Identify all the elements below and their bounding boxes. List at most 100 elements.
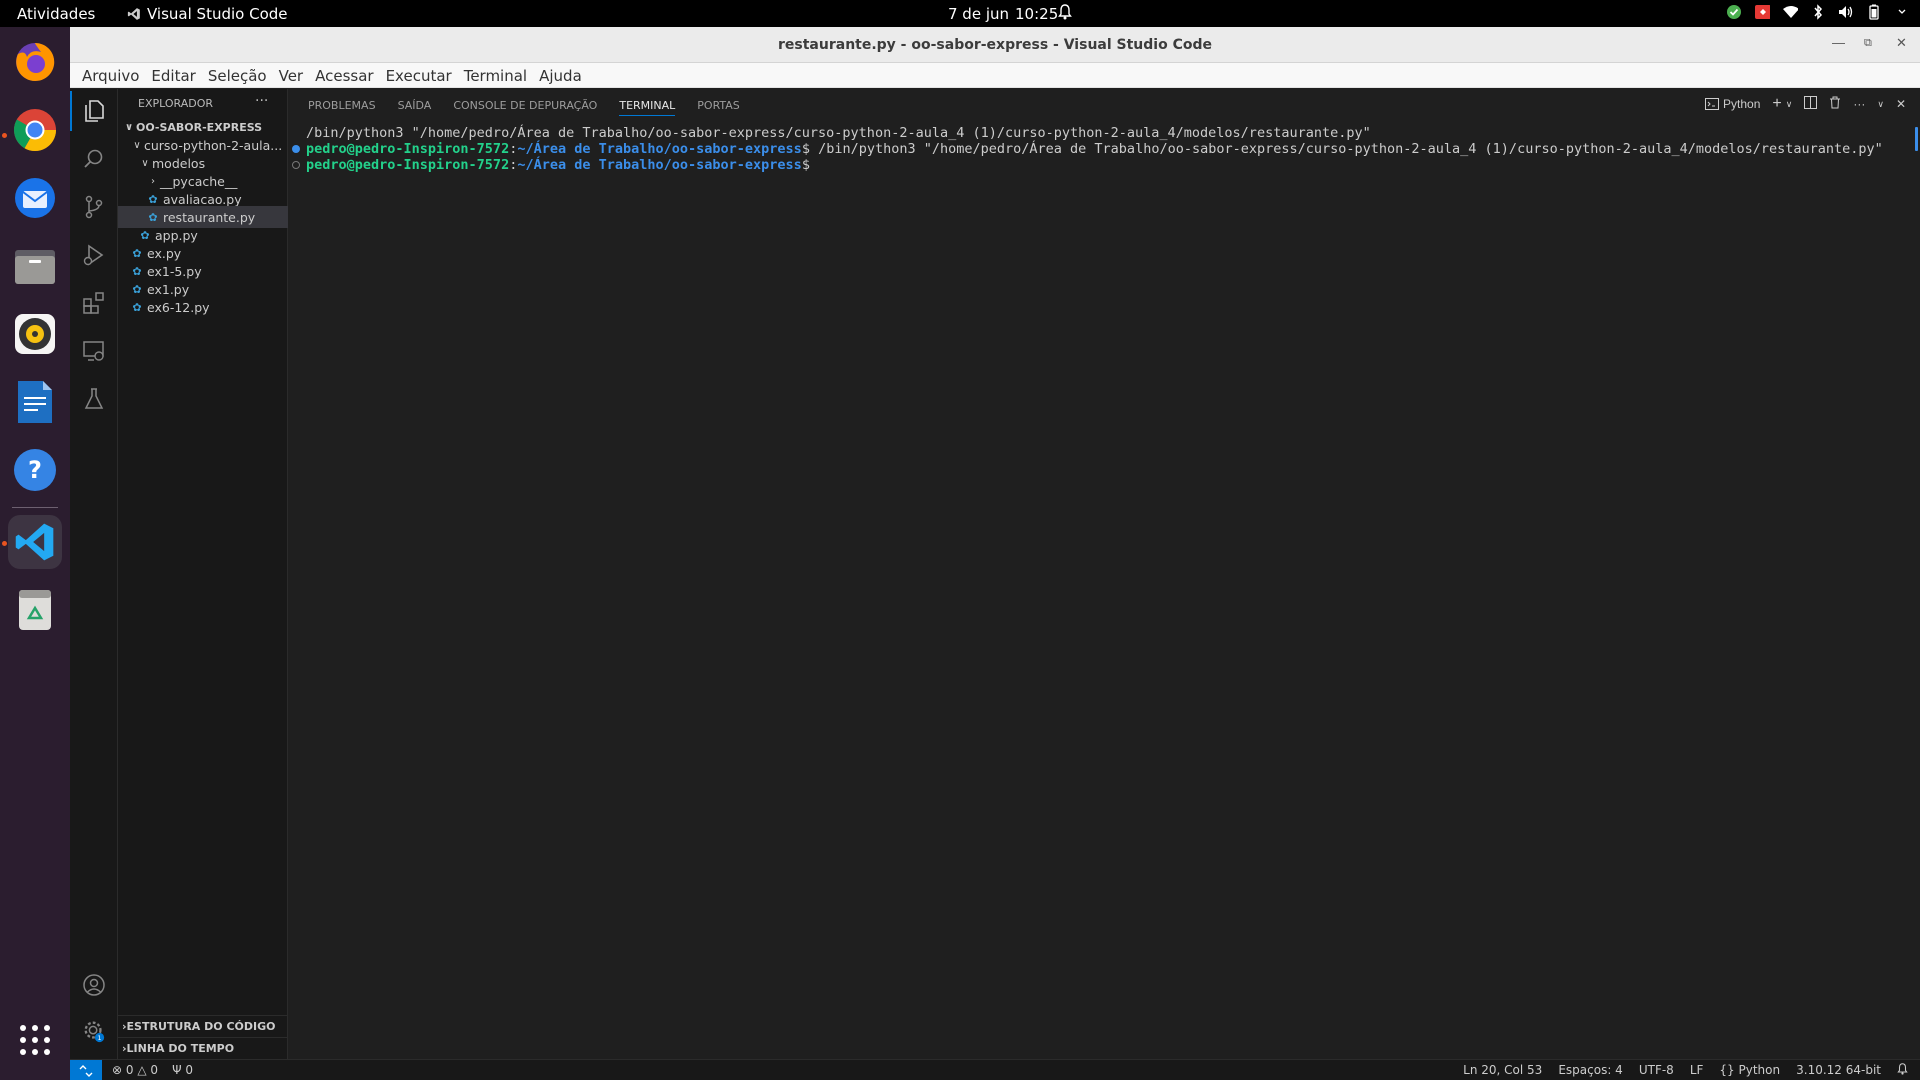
explorer-header: EXPLORADOR bbox=[138, 97, 214, 110]
app-menu[interactable]: Visual Studio Code bbox=[127, 5, 288, 23]
status-bar: ⊗ 0 △ 0 Ψ 0 Ln 20, Col 53 Espaços: 4 UTF… bbox=[70, 1059, 1920, 1080]
notification-bell-icon[interactable] bbox=[1058, 4, 1072, 24]
command-decoration-icon[interactable] bbox=[292, 161, 300, 169]
outline-label: ESTRUTURA DO CÓDIGO bbox=[126, 1020, 276, 1033]
maximize-panel-chevron-icon[interactable]: ∨ bbox=[1877, 99, 1884, 110]
command-decoration-icon[interactable] bbox=[292, 145, 300, 153]
rhythmbox-icon[interactable] bbox=[8, 307, 62, 361]
window-title: restaurante.py - oo-sabor-express - Visu… bbox=[778, 37, 1212, 53]
activities-button[interactable]: Atividades bbox=[17, 5, 95, 23]
split-terminal-icon[interactable] bbox=[1804, 96, 1818, 112]
ports-indicator[interactable]: Ψ 0 bbox=[172, 1063, 193, 1077]
menu-executar[interactable]: Executar bbox=[380, 63, 458, 87]
outline-section[interactable]: › ESTRUTURA DO CÓDIGO bbox=[118, 1015, 288, 1037]
clock[interactable]: 7 de jun 10:25 bbox=[948, 5, 1058, 23]
terminal-line: pedro@pedro-Inspiron-7572:~/Área de Trab… bbox=[306, 157, 810, 173]
menu-bar: Arquivo Editar Seleção Ver Acessar Execu… bbox=[70, 63, 1920, 88]
search-icon[interactable] bbox=[82, 147, 106, 171]
remote-explorer-icon[interactable] bbox=[82, 339, 106, 363]
python-file-icon: ✿ bbox=[140, 228, 150, 242]
minimize-icon[interactable]: — bbox=[1832, 35, 1845, 50]
extensions-icon[interactable] bbox=[82, 291, 106, 315]
new-terminal-plus-icon[interactable]: + bbox=[1772, 95, 1781, 113]
window-titlebar[interactable]: restaurante.py - oo-sabor-express - Visu… bbox=[70, 27, 1920, 63]
language-mode[interactable]: {} Python bbox=[1719, 1063, 1780, 1078]
terminal-output[interactable]: /bin/python3 "/home/pedro/Área de Trabal… bbox=[288, 125, 1908, 1045]
python-interpreter[interactable]: 3.10.12 64-bit bbox=[1796, 1063, 1881, 1078]
terminal-profile-button[interactable]: Python bbox=[1705, 97, 1760, 111]
tab-saida[interactable]: SAÍDA bbox=[398, 89, 432, 121]
tree-file-ex6-12[interactable]: ✿ ex6-12.py bbox=[118, 296, 288, 318]
restore-icon[interactable]: ⧉ bbox=[1864, 37, 1872, 50]
run-debug-icon[interactable] bbox=[82, 243, 106, 267]
timeline-section[interactable]: › LINHA DO TEMPO bbox=[118, 1037, 288, 1059]
python-file-icon: ✿ bbox=[132, 300, 142, 314]
panel-actions: Python + ∨ ··· ∨ ✕ bbox=[1705, 95, 1906, 113]
svg-text:1: 1 bbox=[97, 1034, 101, 1042]
timeline-label: LINHA DO TEMPO bbox=[126, 1042, 235, 1055]
close-panel-icon[interactable]: ✕ bbox=[1896, 97, 1906, 111]
notifications-bell-icon[interactable] bbox=[1897, 1063, 1908, 1078]
battery-icon[interactable] bbox=[1866, 3, 1882, 21]
prompt-user: pedro@pedro-Inspiron-7572 bbox=[306, 141, 510, 157]
wifi-icon[interactable] bbox=[1782, 3, 1798, 21]
chevron-down-icon: ∨ bbox=[124, 121, 134, 133]
app-name-label: Visual Studio Code bbox=[147, 5, 288, 23]
problems-indicator[interactable]: ⊗ 0 △ 0 bbox=[112, 1063, 158, 1077]
trash-icon[interactable] bbox=[8, 583, 62, 637]
tree-label: __pycache__ bbox=[160, 173, 238, 189]
show-applications-icon[interactable] bbox=[8, 1013, 62, 1067]
chevron-down-icon: ∨ bbox=[133, 139, 141, 151]
bluetooth-icon[interactable] bbox=[1810, 3, 1826, 21]
tab-problemas[interactable]: PROBLEMAS bbox=[308, 89, 376, 121]
explorer-more-icon[interactable]: ··· bbox=[255, 93, 268, 109]
menu-selecao[interactable]: Seleção bbox=[202, 63, 273, 87]
power-menu-chevron-icon[interactable] bbox=[1894, 3, 1910, 21]
end-of-line[interactable]: LF bbox=[1690, 1063, 1704, 1078]
system-tray[interactable] bbox=[1726, 3, 1910, 21]
vscode-small-icon bbox=[127, 8, 140, 20]
help-icon[interactable]: ? bbox=[8, 443, 62, 497]
tab-console-depuracao[interactable]: CONSOLE DE DEPURAÇÃO bbox=[453, 89, 597, 121]
language-label: Python bbox=[1738, 1063, 1781, 1077]
anydesk-tray-icon[interactable] bbox=[1754, 3, 1770, 21]
source-control-icon[interactable] bbox=[82, 195, 106, 219]
kill-terminal-trash-icon[interactable] bbox=[1829, 96, 1841, 112]
thunderbird-icon[interactable] bbox=[8, 171, 62, 225]
green-check-tray-icon[interactable] bbox=[1726, 3, 1742, 21]
menu-terminal[interactable]: Terminal bbox=[458, 63, 533, 87]
close-icon[interactable]: ✕ bbox=[1896, 35, 1907, 51]
explorer-icon[interactable] bbox=[70, 91, 106, 131]
indentation[interactable]: Espaços: 4 bbox=[1558, 1063, 1623, 1078]
menu-ajuda[interactable]: Ajuda bbox=[533, 63, 588, 87]
encoding[interactable]: UTF-8 bbox=[1639, 1063, 1674, 1078]
libreoffice-writer-icon[interactable] bbox=[8, 375, 62, 429]
chevron-down-icon[interactable]: ∨ bbox=[1786, 99, 1793, 110]
menu-acessar[interactable]: Acessar bbox=[309, 63, 379, 87]
vscode-icon[interactable] bbox=[8, 515, 62, 569]
clock-time: 10:25 bbox=[1015, 5, 1059, 23]
menu-editar[interactable]: Editar bbox=[145, 63, 201, 87]
manage-gear-icon[interactable]: 1 bbox=[82, 1019, 106, 1043]
account-icon[interactable] bbox=[82, 973, 106, 997]
tab-portas[interactable]: PORTAS bbox=[697, 89, 740, 121]
testing-icon[interactable] bbox=[82, 387, 106, 411]
chevron-right-icon: › bbox=[151, 175, 155, 187]
more-actions-icon[interactable]: ··· bbox=[1853, 97, 1865, 111]
firefox-icon[interactable] bbox=[8, 35, 62, 89]
ubuntu-dock: ? bbox=[0, 27, 70, 1080]
menu-arquivo[interactable]: Arquivo bbox=[76, 63, 145, 87]
tree-label: app.py bbox=[155, 227, 198, 243]
remote-indicator-icon[interactable] bbox=[70, 1060, 102, 1080]
status-left: ⊗ 0 △ 0 Ψ 0 bbox=[112, 1063, 193, 1077]
prompt-path: ~/Área de Trabalho/oo-sabor-express bbox=[517, 157, 802, 173]
cursor-position[interactable]: Ln 20, Col 53 bbox=[1463, 1063, 1542, 1078]
files-icon[interactable] bbox=[8, 239, 62, 293]
tab-terminal[interactable]: TERMINAL bbox=[619, 89, 675, 121]
chrome-icon[interactable] bbox=[8, 103, 62, 157]
python-file-icon: ✿ bbox=[132, 264, 142, 278]
terminal-scrollbar[interactable] bbox=[1915, 127, 1918, 151]
volume-icon[interactable] bbox=[1838, 3, 1854, 21]
status-right: Ln 20, Col 53 Espaços: 4 UTF-8 LF {} Pyt… bbox=[1463, 1063, 1908, 1078]
menu-ver[interactable]: Ver bbox=[273, 63, 310, 87]
